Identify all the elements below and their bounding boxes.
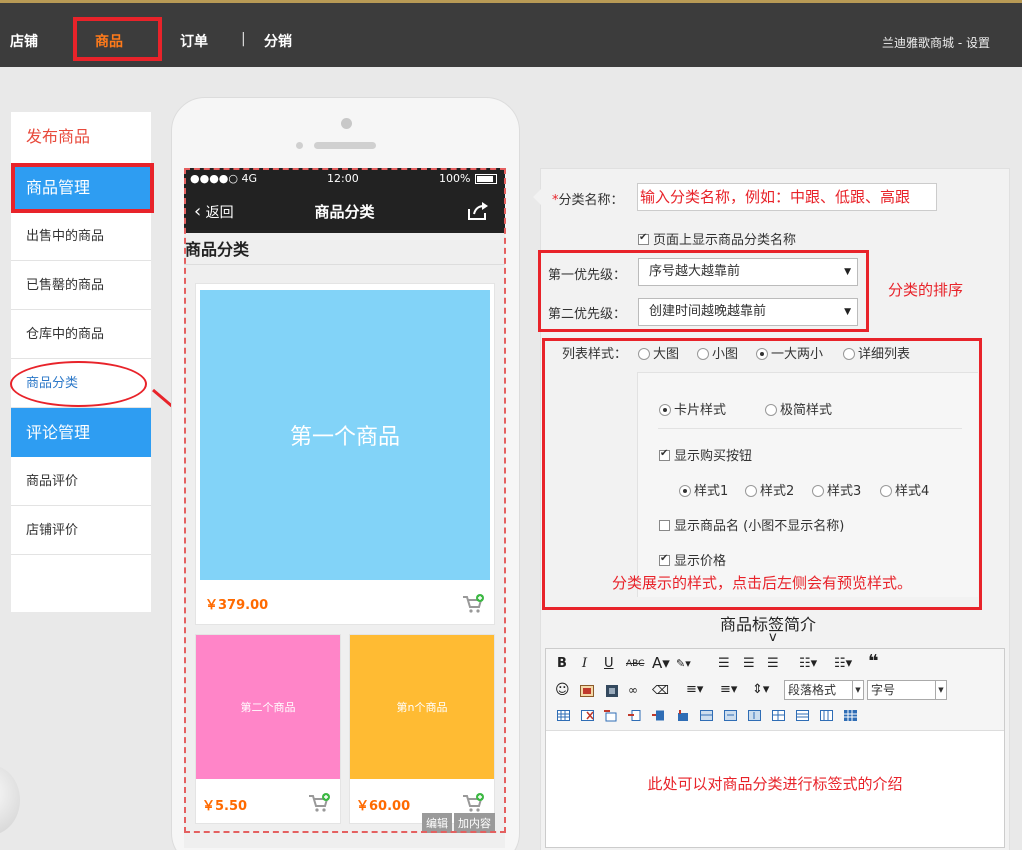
selected-module-outline — [184, 168, 506, 833]
highlight-list-style — [542, 338, 982, 610]
split-rows-icon[interactable] — [796, 710, 810, 722]
category-name-label: *分类名称： — [552, 189, 624, 208]
category-name-label-text: 分类名称： — [558, 193, 624, 208]
chevron-down-icon: ▼ — [852, 681, 863, 699]
nav-separator: | — [241, 31, 246, 47]
shop-settings-link[interactable]: 兰迪雅歌商城 - 设置 — [882, 34, 990, 51]
video-icon[interactable] — [605, 685, 619, 697]
sidebar-item-on-sale[interactable]: 出售中的商品 — [11, 212, 151, 261]
rich-text-editor: B I U ABC A▾ ✎▾ ☰ ☰ ☰ ☷▾ ☷▾ ❝ ☺ ∞ ⌫ ≡▾ ≡… — [545, 648, 1005, 848]
paragraph-spacing-icon[interactable]: ≡▾ — [720, 681, 737, 699]
sidebar-item-warehouse[interactable]: 仓库中的商品 — [11, 310, 151, 359]
table-icon[interactable] — [557, 710, 571, 722]
sidebar-item-product-review[interactable]: 商品评价 — [11, 457, 151, 506]
align-left-icon[interactable]: ☰ — [718, 655, 730, 673]
highlight-category-ellipse — [10, 361, 147, 407]
editor-toolbar: B I U ABC A▾ ✎▾ ☰ ☰ ☰ ☷▾ ☷▾ ❝ ☺ ∞ ⌫ ≡▾ ≡… — [546, 649, 1004, 731]
indent-icon[interactable]: ⇕▾ — [752, 681, 769, 699]
line-height-icon[interactable]: ≡▾ — [686, 681, 703, 699]
highlight-product-manage — [11, 163, 154, 213]
bold-icon[interactable]: B — [557, 655, 567, 673]
numbered-list-icon[interactable]: ☷▾ — [834, 655, 852, 673]
highlight-priority — [538, 250, 869, 332]
nav-shop[interactable]: 店铺 — [10, 31, 38, 51]
delete-row-icon[interactable] — [652, 710, 666, 722]
nav-distribution[interactable]: 分销 — [264, 31, 292, 51]
phone-speaker — [314, 142, 376, 149]
quote-icon[interactable]: ❝ — [868, 653, 879, 671]
sidebar-publish-product[interactable]: 发布商品 — [11, 112, 151, 161]
delete-column-icon[interactable] — [676, 710, 690, 722]
category-name-input[interactable]: 输入分类名称，例如：中跟、低跟、高跟 — [637, 183, 937, 211]
decorative-circle — [0, 765, 20, 835]
tag-intro-title: 商品标签简介 — [720, 615, 817, 634]
align-center-icon[interactable]: ☰ — [743, 655, 755, 673]
nav-orders[interactable]: 订单 — [180, 31, 208, 51]
merge-right-icon[interactable] — [724, 710, 738, 722]
sort-annotation: 分类的排序 — [888, 281, 964, 299]
delete-table-icon[interactable] — [581, 710, 595, 722]
caret-down-icon: v — [769, 630, 777, 645]
show-name-checkbox[interactable]: 页面上显示商品分类名称 — [638, 229, 796, 248]
strikethrough-icon[interactable]: ABC — [626, 655, 644, 673]
merge-cells-icon[interactable] — [700, 710, 714, 722]
editor-content[interactable]: 此处可以对商品分类进行标签式的介绍 — [546, 773, 1004, 794]
sidebar-item-sold-out[interactable]: 已售罄的商品 — [11, 261, 151, 310]
checkbox-checked-icon — [638, 232, 649, 245]
panel-notch — [533, 189, 541, 205]
chevron-down-icon: ▼ — [935, 681, 946, 699]
align-right-icon[interactable]: ☰ — [767, 655, 779, 673]
font-size-select[interactable]: 字号 ▼ — [867, 680, 947, 700]
emoji-icon[interactable]: ☺ — [555, 681, 570, 699]
paragraph-format-select[interactable]: 段落格式 ▼ — [784, 680, 864, 700]
insert-column-icon[interactable] — [628, 710, 642, 722]
italic-icon[interactable]: I — [582, 655, 587, 673]
phone-camera — [341, 118, 352, 129]
eraser-icon[interactable]: ⌫ — [652, 681, 669, 699]
highlight-nav-products — [73, 17, 162, 61]
phone-sensor — [296, 142, 303, 149]
font-size-value: 字号 — [871, 683, 896, 697]
image-icon[interactable] — [580, 685, 594, 697]
show-name-label: 页面上显示商品分类名称 — [653, 233, 797, 248]
font-color-icon[interactable]: A▾ — [652, 654, 670, 672]
highlight-color-icon[interactable]: ✎▾ — [676, 655, 691, 673]
paragraph-format-value: 段落格式 — [788, 683, 837, 697]
link-icon[interactable]: ∞ — [628, 681, 638, 699]
merge-down-icon[interactable] — [748, 710, 762, 722]
table-properties-icon[interactable] — [844, 710, 858, 722]
bullet-list-icon[interactable]: ☷▾ — [799, 655, 817, 673]
split-columns-icon[interactable] — [820, 710, 834, 722]
underline-icon[interactable]: U — [604, 655, 614, 673]
sidebar-item-shop-review[interactable]: 店铺评价 — [11, 506, 151, 555]
sidebar-section-comments[interactable]: 评论管理 — [11, 408, 151, 457]
split-cells-icon[interactable] — [772, 710, 786, 722]
insert-row-icon[interactable] — [604, 710, 618, 722]
